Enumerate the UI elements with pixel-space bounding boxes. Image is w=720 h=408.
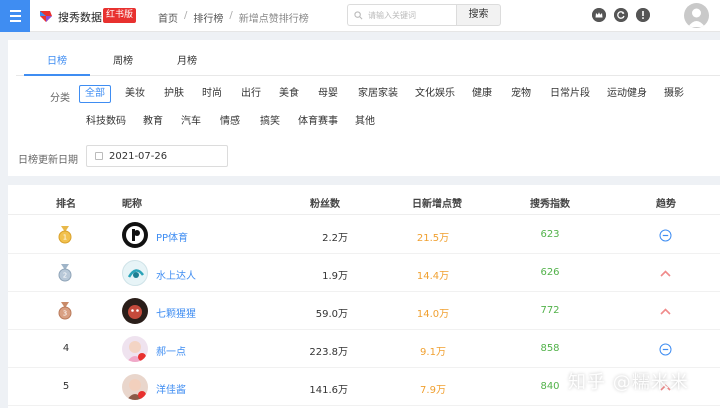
- gold-medal-icon: 1: [58, 226, 72, 244]
- index-value: 623: [540, 229, 560, 240]
- daily-likes: 7.9万: [420, 385, 446, 396]
- tab-weekly[interactable]: 周榜: [90, 52, 156, 74]
- header-fans: 粉丝数: [310, 199, 340, 210]
- nickname-link[interactable]: 水上达人: [156, 267, 196, 282]
- category-makeup[interactable]: 美妆: [119, 85, 151, 103]
- breadcrumb-rankings[interactable]: 排行榜: [193, 10, 223, 25]
- header-rank: 排名: [56, 199, 76, 210]
- svg-text:1: 1: [63, 234, 67, 242]
- table-row[interactable]: 3 七颗猩猩 59.0万 14.0万 772: [8, 292, 720, 330]
- svg-text:2: 2: [63, 272, 67, 280]
- category-label: 分类: [50, 93, 70, 104]
- category-photo[interactable]: 摄影: [658, 85, 690, 103]
- nickname-link[interactable]: PP体育: [156, 229, 188, 244]
- fans-count: 1.9万: [322, 271, 348, 282]
- category-emotion[interactable]: 情感: [214, 113, 246, 131]
- breadcrumb-current: 新增点赞排行榜: [238, 14, 309, 25]
- category-home[interactable]: 家居家装: [352, 85, 404, 103]
- search-box: [347, 4, 457, 26]
- daily-likes: 9.1万: [420, 347, 446, 358]
- nickname-link[interactable]: 七颗猩猩: [156, 305, 196, 320]
- avatar[interactable]: [122, 336, 148, 362]
- top-bar: 搜秀数据 红书版 首页 / 排行榜 / 新增点赞排行榜 搜索: [0, 0, 720, 32]
- category-skincare[interactable]: 护肤: [158, 85, 190, 103]
- date-value: 2021-07-26: [109, 150, 168, 162]
- category-tech[interactable]: 科技数码: [80, 113, 132, 131]
- table-header: 排名 昵称 粉丝数 日新增点赞 搜秀指数 趋势: [8, 185, 720, 215]
- search-button[interactable]: 搜索: [456, 4, 501, 26]
- date-label: 日榜更新日期: [18, 155, 78, 166]
- menu-icon[interactable]: [0, 0, 30, 32]
- breadcrumb-separator: /: [184, 10, 188, 21]
- header-index: 搜秀指数: [530, 199, 570, 210]
- avatar[interactable]: [122, 222, 148, 248]
- breadcrumb-separator: /: [229, 10, 233, 21]
- period-tabs: 日榜 周榜 月榜: [16, 48, 720, 76]
- header-daily-likes: 日新增点赞: [412, 199, 462, 210]
- header-trend: 趋势: [656, 199, 676, 210]
- crown-icon[interactable]: [592, 8, 606, 22]
- tab-daily[interactable]: 日榜: [24, 52, 90, 76]
- brand-name: 搜秀数据: [58, 11, 102, 24]
- trend-flat-icon: [659, 343, 672, 356]
- breadcrumb-home[interactable]: 首页: [158, 10, 178, 25]
- index-value: 772: [540, 305, 560, 316]
- category-daily[interactable]: 日常片段: [544, 85, 596, 103]
- header-nickname: 昵称: [122, 199, 142, 210]
- avatar[interactable]: [122, 298, 148, 324]
- table-row[interactable]: 4 郝一点 223.8万 9.1万 858: [8, 330, 720, 368]
- alert-icon[interactable]: [636, 8, 650, 22]
- category-auto[interactable]: 汽车: [175, 113, 207, 131]
- trend-flat-icon: [659, 229, 672, 242]
- calendar-icon: [95, 152, 103, 160]
- logo-icon: [40, 11, 52, 22]
- category-sports[interactable]: 体育赛事: [292, 113, 344, 131]
- category-fitness[interactable]: 运动健身: [601, 85, 653, 103]
- category-health[interactable]: 健康: [466, 85, 498, 103]
- category-funny[interactable]: 搞笑: [254, 113, 286, 131]
- svg-text:3: 3: [63, 310, 67, 318]
- category-maternal[interactable]: 母婴: [312, 85, 344, 103]
- category-pets[interactable]: 宠物: [505, 85, 537, 103]
- category-education[interactable]: 教育: [137, 113, 169, 131]
- nickname-link[interactable]: 洋佳酱: [156, 381, 186, 396]
- trend-up-icon: [660, 308, 671, 315]
- fans-count: 223.8万: [309, 347, 348, 358]
- date-picker[interactable]: 2021-07-26: [86, 145, 228, 167]
- filter-panel: 日榜 周榜 月榜 分类 全部 美妆 护肤 时尚 出行 美食 母婴 家居家装 文化…: [8, 40, 720, 176]
- fans-count: 2.2万: [322, 233, 348, 244]
- brand-badge: 红书版: [103, 8, 137, 23]
- category-other[interactable]: 其他: [349, 113, 381, 131]
- watermark: 知乎 @糯米米: [568, 372, 689, 393]
- index-value: 858: [540, 343, 560, 354]
- breadcrumb: 首页 / 排行榜 / 新增点赞排行榜: [158, 10, 309, 25]
- daily-likes: 21.5万: [416, 233, 450, 244]
- table-row[interactable]: 2 水上达人 1.9万 14.4万 626: [8, 254, 720, 292]
- category-food[interactable]: 美食: [273, 85, 305, 103]
- user-avatar[interactable]: [684, 3, 709, 28]
- search-icon: [354, 10, 363, 19]
- table-row[interactable]: 1 PP体育 2.2万 21.5万 623: [8, 216, 720, 254]
- bronze-medal-icon: 3: [58, 302, 72, 320]
- fans-count: 141.6万: [309, 385, 348, 396]
- silver-medal-icon: 2: [58, 264, 72, 282]
- category-travel[interactable]: 出行: [235, 85, 267, 103]
- category-fashion[interactable]: 时尚: [196, 85, 228, 103]
- nickname-link[interactable]: 郝一点: [156, 343, 186, 358]
- rank-number: 5: [62, 381, 70, 392]
- fans-count: 59.0万: [315, 309, 348, 320]
- tab-monthly[interactable]: 月榜: [154, 52, 220, 74]
- rank-number: 4: [62, 343, 70, 354]
- category-all[interactable]: 全部: [79, 85, 111, 103]
- index-value: 626: [540, 267, 560, 278]
- refresh-icon[interactable]: [614, 8, 628, 22]
- daily-likes: 14.0万: [416, 309, 450, 320]
- avatar[interactable]: [122, 260, 148, 286]
- category-culture[interactable]: 文化娱乐: [409, 85, 461, 103]
- avatar[interactable]: [122, 374, 148, 400]
- trend-up-icon: [660, 270, 671, 277]
- search-input[interactable]: [368, 10, 448, 20]
- daily-likes: 14.4万: [416, 271, 450, 282]
